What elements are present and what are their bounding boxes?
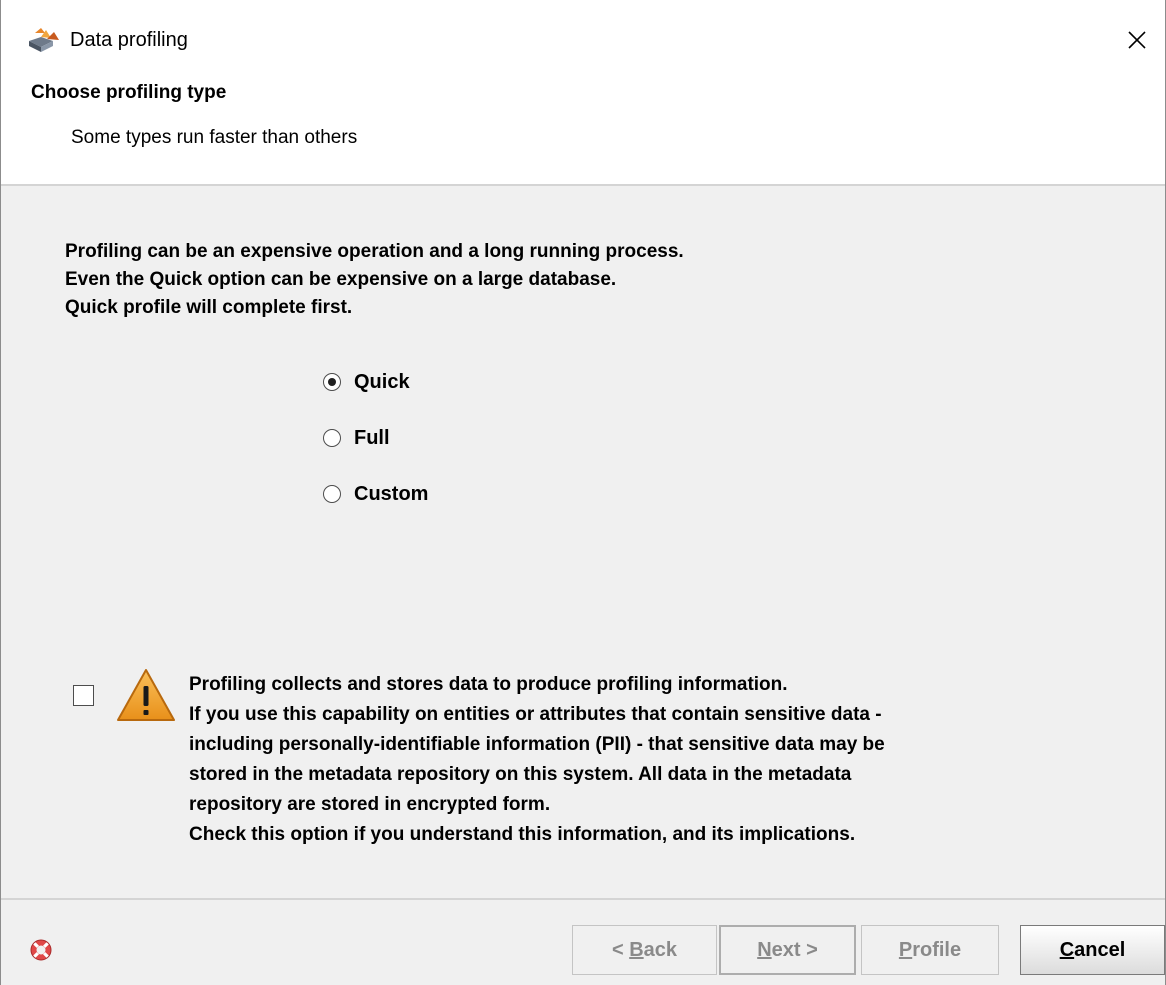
radio-label-full: Full xyxy=(354,426,390,449)
profile-mnemonic: P xyxy=(898,938,913,961)
radio-button[interactable] xyxy=(323,429,341,447)
radio-button[interactable] xyxy=(323,485,341,503)
step-title: Choose profiling type xyxy=(31,82,227,103)
button-bar: < Back Next > Profile Cancel xyxy=(1,900,1165,985)
notice-line: including personally-identifiable inform… xyxy=(189,734,885,755)
profiling-type-radio-group: Quick Full Custom xyxy=(323,368,428,536)
notice-line: If you use this capability on entities o… xyxy=(189,704,882,725)
help-lifebuoy-icon[interactable] xyxy=(29,938,53,962)
back-mnemonic: B xyxy=(629,938,644,961)
next-button[interactable]: Next > xyxy=(719,925,856,975)
intro-line: Even the Quick option can be expensive o… xyxy=(65,269,617,290)
window-title: Data profiling xyxy=(70,29,188,51)
step-subtitle: Some types run faster than others xyxy=(71,127,358,148)
radio-full[interactable]: Full xyxy=(323,424,428,452)
warning-icon xyxy=(117,669,175,721)
back-button[interactable]: < Back xyxy=(572,925,717,975)
intro-line: Quick profile will complete first. xyxy=(65,297,353,318)
cancel-button[interactable]: Cancel xyxy=(1020,925,1165,975)
notice-line: repository are stored in encrypted form. xyxy=(189,794,551,815)
intro-line: Profiling can be an expensive operation … xyxy=(65,241,684,262)
data-profiling-app-icon xyxy=(29,28,59,52)
back-rest: ack xyxy=(643,938,678,961)
next-rest: ext > xyxy=(771,938,818,961)
close-icon[interactable] xyxy=(1119,22,1155,58)
wizard-header: Choose profiling type Some types run fas… xyxy=(1,72,1165,184)
next-mnemonic: N xyxy=(757,938,772,961)
cancel-rest: ancel xyxy=(1074,938,1126,961)
notice-line: Check this option if you understand this… xyxy=(189,824,856,845)
consent-checkbox[interactable] xyxy=(73,685,94,706)
profile-button[interactable]: Profile xyxy=(861,925,999,975)
radio-quick[interactable]: Quick xyxy=(323,368,428,396)
cancel-mnemonic: C xyxy=(1059,938,1075,961)
notice-line: stored in the metadata repository on thi… xyxy=(189,764,852,785)
back-prefix: < xyxy=(611,938,630,961)
content-panel: Profiling can be an expensive operation … xyxy=(1,186,1165,898)
profile-rest: rofile xyxy=(912,938,962,961)
radio-button-selected[interactable] xyxy=(323,373,341,391)
data-profiling-dialog: Data profiling Choose profiling type Som… xyxy=(0,0,1166,985)
title-bar: Data profiling xyxy=(1,0,1165,72)
intro-text: Profiling can be an expensive operation … xyxy=(65,238,684,322)
radio-label-quick: Quick xyxy=(354,370,410,393)
consent-notice-text: Profiling collects and stores data to pr… xyxy=(189,670,885,850)
notice-line: Profiling collects and stores data to pr… xyxy=(189,674,788,695)
radio-label-custom: Custom xyxy=(354,482,429,505)
radio-custom[interactable]: Custom xyxy=(323,480,428,508)
